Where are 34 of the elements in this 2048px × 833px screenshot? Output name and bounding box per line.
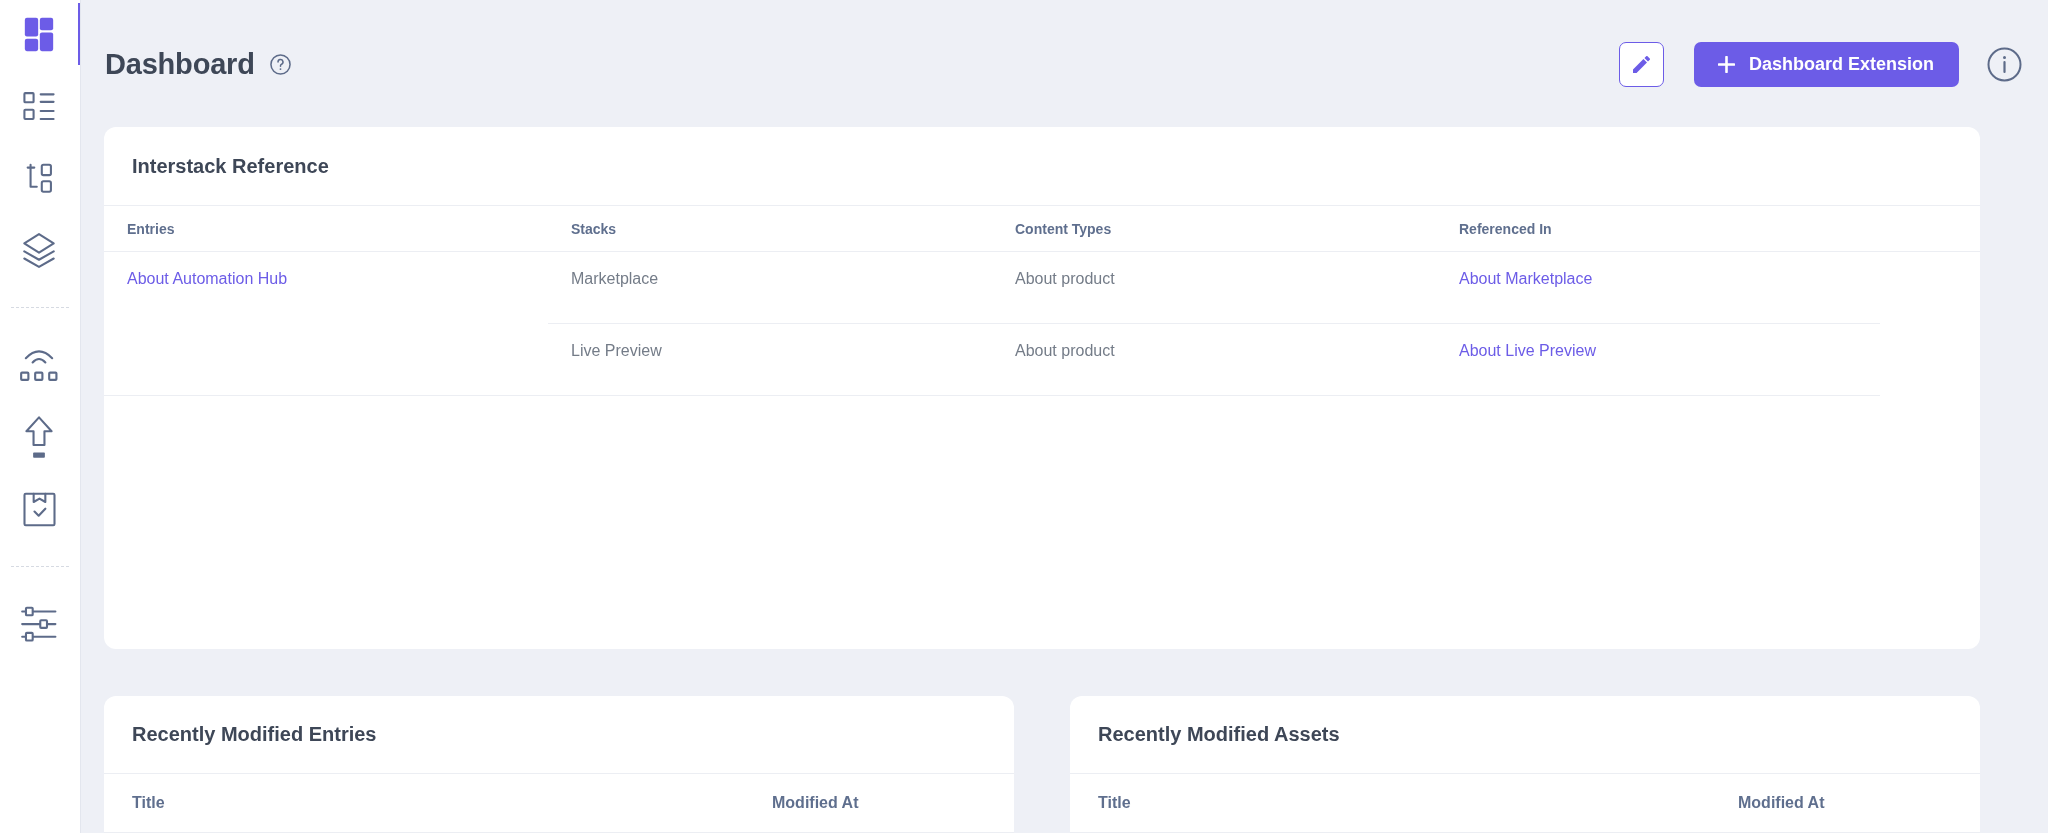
broadcast-icon[interactable] (19, 348, 59, 382)
stack-cell: Live Preview (571, 342, 662, 359)
page-title: Dashboard (104, 47, 255, 81)
help-icon[interactable] (269, 53, 291, 75)
card-title: Interstack Reference (132, 154, 329, 178)
active-indicator (78, 3, 80, 65)
column-header: Title (132, 794, 165, 812)
info-icon[interactable] (1987, 46, 2022, 82)
reference-link[interactable]: About Live Preview (1459, 342, 1596, 359)
list-icon[interactable] (22, 91, 56, 121)
sliders-icon[interactable] (20, 605, 58, 643)
entry-link[interactable]: About Automation Hub (127, 270, 288, 287)
card-title: Recently Modified Entries (132, 723, 377, 746)
reference-link[interactable]: About Marketplace (1459, 270, 1593, 287)
layers-icon[interactable] (22, 231, 56, 269)
content-type-cell: About product (1015, 342, 1115, 359)
column-header: Referenced In (1459, 220, 1552, 237)
column-header: Content Types (1015, 220, 1112, 237)
column-header: Title (1098, 794, 1131, 812)
column-header: Stacks (571, 220, 617, 237)
content-type-cell: About product (1015, 270, 1115, 287)
stack-cell: Marketplace (571, 270, 659, 287)
card-title: Recently Modified Assets (1098, 723, 1340, 746)
column-header: Entries (127, 220, 175, 237)
hierarchy-icon[interactable] (25, 162, 53, 194)
add-extension-button[interactable]: Dashboard Extension (1693, 41, 1959, 87)
plus-icon (1717, 55, 1735, 73)
pencil-icon (1632, 55, 1650, 73)
column-header: Modified At (1738, 794, 1825, 812)
edit-button[interactable] (1618, 41, 1664, 87)
clipboard-check-icon[interactable] (21, 490, 57, 528)
grid-icon[interactable] (24, 16, 54, 52)
upload-arrow-icon[interactable] (23, 413, 55, 461)
column-header: Modified At (772, 794, 859, 812)
